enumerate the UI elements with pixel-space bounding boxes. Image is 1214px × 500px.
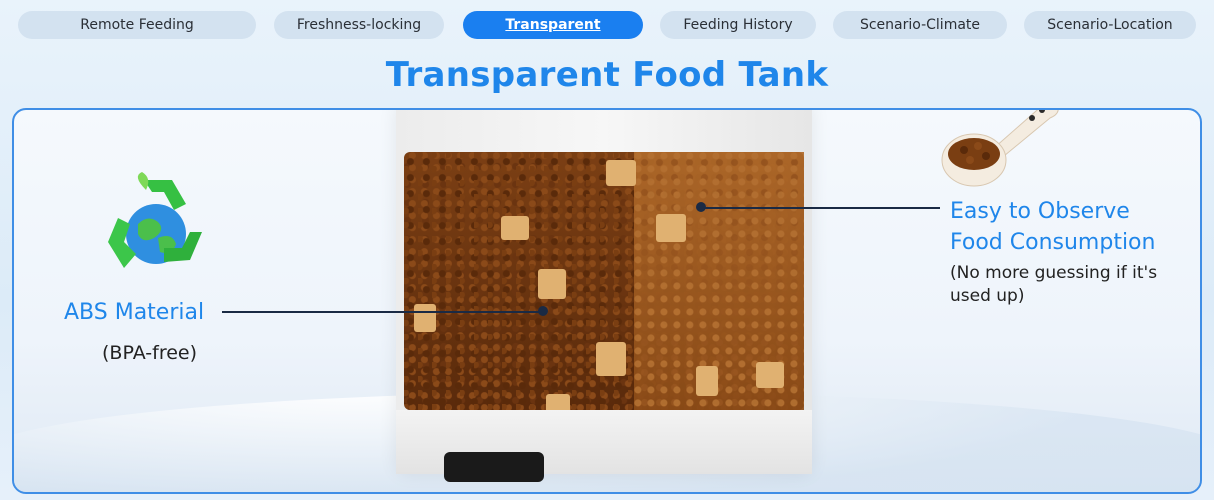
tab-scenario-location[interactable]: Scenario-Location [1024, 11, 1196, 39]
tab-feeding-history[interactable]: Feeding History [660, 11, 816, 39]
abs-material-label: ABS Material [64, 300, 205, 325]
observe-note-line1: (No more guessing if it's [950, 263, 1158, 283]
callout-line-right [704, 207, 940, 209]
tab-freshness-locking[interactable]: Freshness-locking [274, 11, 444, 39]
bpa-free-label: (BPA-free) [102, 342, 197, 364]
page-title: Transparent Food Tank [385, 55, 829, 95]
freeze-dried-chunk [596, 342, 626, 376]
callout-line-left [222, 311, 540, 313]
tab-remote-feeding[interactable]: Remote Feeding [18, 11, 256, 39]
tab-bar: Remote Feeding Freshness-locking Transpa… [0, 11, 1214, 41]
freeze-dried-chunk [414, 304, 436, 332]
observe-note-line2: used up) [950, 286, 1025, 306]
freeze-dried-chunk [756, 362, 784, 388]
food-tank-image [396, 110, 812, 482]
freeze-dried-chunk [501, 216, 529, 240]
freeze-dried-chunk [538, 269, 566, 299]
recycle-globe-icon [108, 172, 202, 268]
tab-transparent[interactable]: Transparent [463, 11, 643, 39]
freeze-dried-chunk [656, 214, 686, 242]
tab-scenario-climate[interactable]: Scenario-Climate [833, 11, 1007, 39]
observe-label-line2: Food Consumption [950, 230, 1156, 255]
freeze-dried-chunk [606, 160, 636, 186]
freeze-dried-chunk [696, 366, 718, 396]
observe-label-line1: Easy to Observe [950, 199, 1130, 224]
product-panel: ABS Material (BPA-free) Easy to Observe … [12, 108, 1202, 494]
callout-dot-left [538, 306, 548, 316]
observe-consumption-note: (No more guessing if it's used up) [950, 262, 1190, 308]
food-scoop-icon [941, 110, 1059, 187]
display-window [444, 452, 544, 482]
observe-consumption-label: Easy to Observe Food Consumption [950, 196, 1200, 258]
